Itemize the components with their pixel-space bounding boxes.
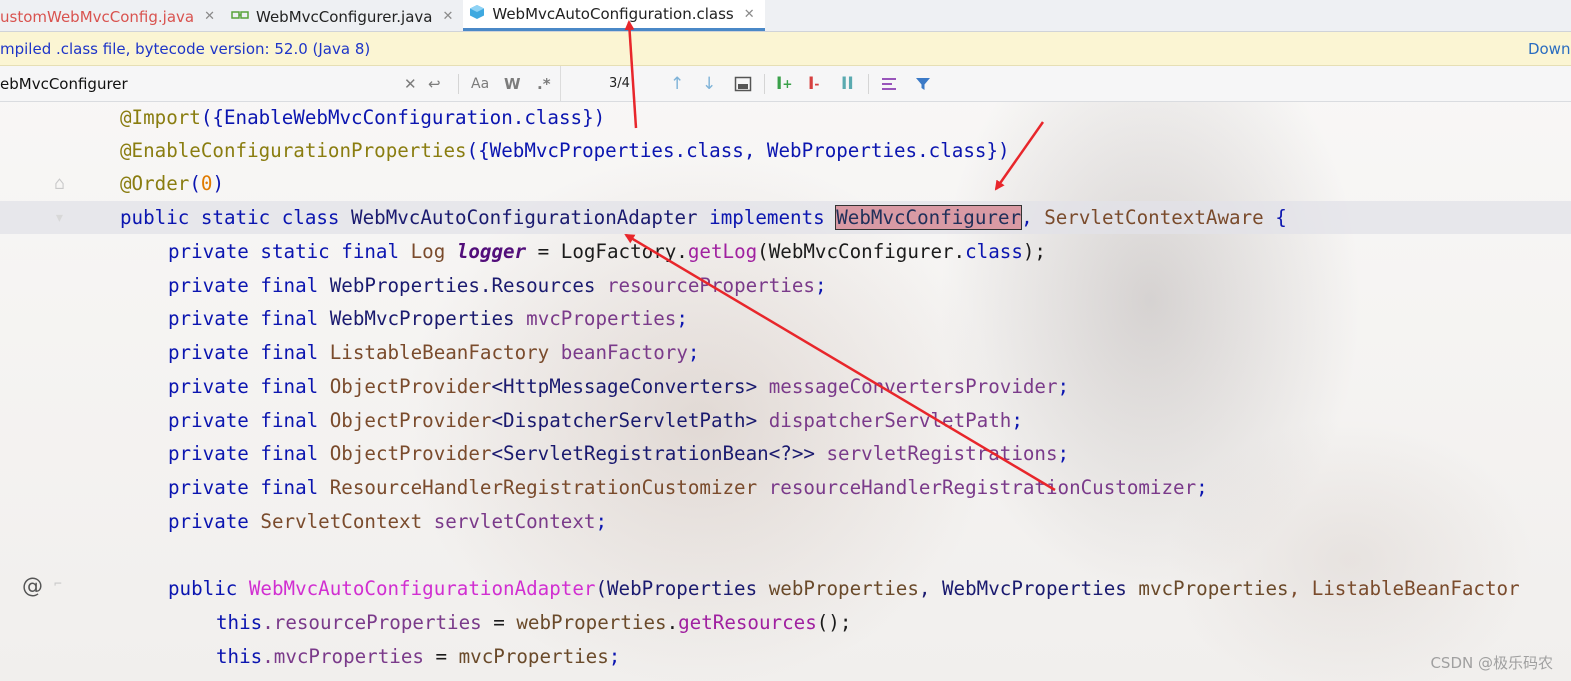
- close-icon[interactable]: ✕: [442, 9, 453, 24]
- code-line: @Import({EnableWebMvcConfiguration.class…: [120, 106, 606, 129]
- code-line: @Order(0): [120, 172, 224, 195]
- tab-webmvc-configurer[interactable]: WebMvcConfigurer.java ✕: [225, 2, 463, 31]
- code-line: this.resourceProperties = webProperties.…: [216, 611, 852, 634]
- close-icon[interactable]: ✕: [744, 7, 755, 22]
- code-line: private final ObjectProvider<ServletRegi…: [168, 442, 1070, 465]
- download-sources-link[interactable]: Downloa: [1528, 40, 1571, 58]
- decompiled-notice-banner: mpiled .class file, bytecode version: 52…: [0, 32, 1571, 66]
- code-line: private final ResourceHandlerRegistratio…: [168, 476, 1208, 499]
- code-line: private final ObjectProvider<HttpMessage…: [168, 375, 1070, 398]
- select-all-matches-icon[interactable]: II: [841, 66, 854, 101]
- next-occurrence-icon[interactable]: ↓: [702, 66, 716, 101]
- tab-label: ustomWebMvcConfig.java: [0, 7, 195, 26]
- words-toggle[interactable]: W: [504, 66, 521, 101]
- search-match-highlight: WebMvcConfigurer: [835, 205, 1023, 230]
- code-line: private final WebProperties.Resources re…: [168, 274, 827, 297]
- match-case-toggle[interactable]: Aa: [471, 66, 489, 101]
- watermark: CSDN @极乐码农: [1430, 654, 1553, 672]
- class-file-icon: [469, 4, 485, 24]
- code-line: @EnableConfigurationProperties({WebMvcPr…: [120, 139, 1010, 162]
- match-counter: 3/4: [609, 76, 630, 91]
- code-line-current: public static class WebMvcAutoConfigurat…: [0, 201, 1571, 234]
- code-line: private final WebMvcProperties mvcProper…: [168, 307, 688, 330]
- code-line: this.mvcProperties = mvcProperties;: [216, 645, 621, 668]
- code-line: private ServletContext servletContext;: [168, 510, 608, 533]
- previous-occurrence-icon[interactable]: ↑: [670, 66, 684, 101]
- find-query: ebMvcConfigurer: [0, 74, 128, 93]
- regex-toggle[interactable]: .*: [537, 66, 551, 101]
- divider: [868, 74, 869, 94]
- find-bar: ebMvcConfigurer ✕ ↩ Aa W .* 3/4 ↑ ↓ I + I…: [0, 66, 1571, 102]
- interface-file-icon: [231, 8, 249, 26]
- code-line: public WebMvcAutoConfigurationAdapter(We…: [168, 577, 1520, 600]
- banner-message: mpiled .class file, bytecode version: 52…: [0, 39, 371, 58]
- tab-label: WebMvcAutoConfiguration.class: [492, 5, 734, 23]
- divider: [458, 74, 459, 94]
- bookmark-icon[interactable]: ▾: [54, 207, 65, 228]
- search-history-icon[interactable]: ↩: [428, 66, 441, 101]
- tab-label: WebMvcConfigurer.java: [256, 7, 433, 26]
- divider: [764, 74, 765, 94]
- code-line: private static final Log logger = LogFac…: [168, 240, 1046, 263]
- editor-tab-bar: ustomWebMvcConfig.java ✕ WebMvcConfigure…: [0, 0, 1571, 32]
- filter-icon[interactable]: [915, 66, 931, 101]
- select-all-occurrences-icon[interactable]: [734, 66, 752, 101]
- add-occurrence-icon[interactable]: I +: [776, 66, 792, 101]
- remove-occurrence-icon[interactable]: I-: [808, 66, 819, 101]
- clear-search-icon[interactable]: ✕: [404, 66, 417, 101]
- search-options-icon[interactable]: [881, 66, 901, 101]
- code-line: private final ObjectProvider<DispatcherS…: [168, 409, 1023, 432]
- code-line: private final ListableBeanFactory beanFa…: [168, 341, 700, 364]
- tab-custom-webmvc-config[interactable]: ustomWebMvcConfig.java ✕: [0, 2, 225, 31]
- code-editor[interactable]: @Import({EnableWebMvcConfiguration.class…: [0, 101, 1571, 681]
- close-icon[interactable]: ✕: [204, 9, 215, 24]
- tab-webmvc-autoconfiguration[interactable]: WebMvcAutoConfiguration.class ✕: [463, 0, 765, 31]
